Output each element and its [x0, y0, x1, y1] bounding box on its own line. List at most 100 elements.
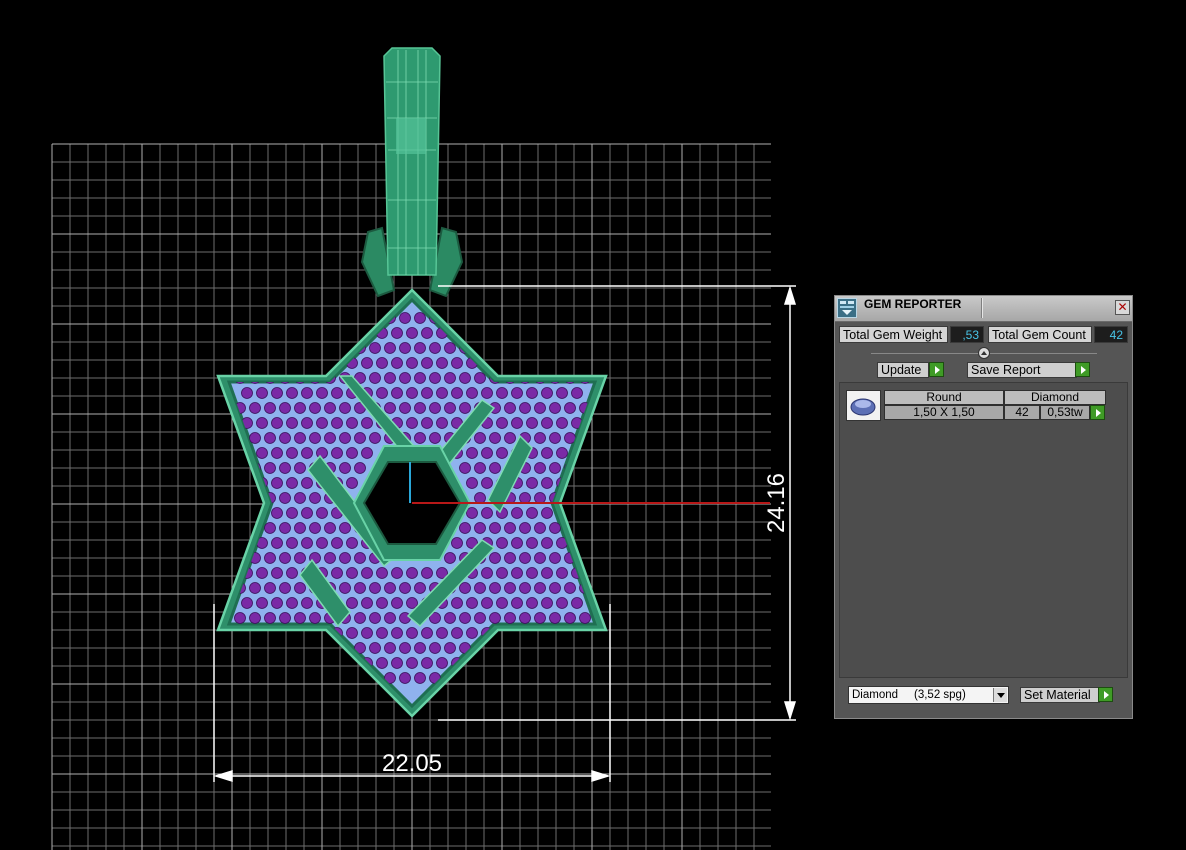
gem-prong — [504, 612, 516, 624]
gem-prong — [376, 357, 388, 369]
app-icon — [837, 298, 857, 318]
gem-prong — [294, 582, 306, 594]
panel-slider-knob[interactable] — [978, 347, 990, 359]
gem-prong — [504, 402, 516, 414]
material-dropdown[interactable]: Diamond (3,52 spg) — [848, 686, 1009, 704]
gem-prong — [399, 582, 411, 594]
dropdown-arrow-icon[interactable] — [993, 688, 1007, 702]
gem-prong — [264, 342, 276, 354]
total-gem-weight-value: ,53 — [950, 326, 984, 343]
gem-prong — [354, 432, 366, 444]
gem-prong — [496, 567, 508, 579]
gem-prong — [249, 342, 261, 354]
gem-prong — [256, 447, 268, 459]
gem-prong — [346, 327, 358, 339]
gem-prong — [279, 342, 291, 354]
gem-prong — [279, 582, 291, 594]
gem-prong — [286, 477, 298, 489]
save-report-button[interactable]: Save Report — [967, 362, 1077, 378]
gem-prong — [564, 402, 576, 414]
gem-prong — [534, 402, 546, 414]
gem-prong — [556, 357, 568, 369]
gem-prong — [474, 372, 486, 384]
gem-prong — [309, 492, 321, 504]
gem-prong — [406, 597, 418, 609]
update-button[interactable]: Update — [877, 362, 929, 378]
gem-prong — [301, 327, 313, 339]
gem-prong — [354, 462, 366, 474]
gem-prong — [399, 312, 411, 324]
gem-prong — [241, 477, 253, 489]
gem-prong — [549, 582, 561, 594]
gem-prong — [421, 357, 433, 369]
gem-prong — [526, 327, 538, 339]
gem-prong — [279, 432, 291, 444]
gem-prong — [451, 357, 463, 369]
panel-titlebar[interactable]: GEM REPORTER ✕ — [835, 296, 1132, 322]
gem-report-list[interactable]: Round Diamond 1,50 X 1,50 42 0,53tw — [839, 382, 1128, 678]
gem-prong — [571, 387, 583, 399]
gem-prong — [556, 387, 568, 399]
gem-prong — [541, 477, 553, 489]
gem-prong — [256, 657, 268, 669]
gem-thumbnail-icon[interactable] — [846, 390, 881, 421]
set-material-button[interactable]: Set Material — [1020, 687, 1100, 703]
gem-prong — [571, 657, 583, 669]
gem-prong — [309, 612, 321, 624]
gem-prong — [369, 372, 381, 384]
gem-prong — [256, 327, 268, 339]
gem-prong — [271, 537, 283, 549]
gem-prong — [286, 567, 298, 579]
update-green-arrow-icon[interactable] — [929, 362, 944, 377]
gem-prong — [406, 567, 418, 579]
gem-prong — [361, 447, 373, 459]
gem-prong — [549, 522, 561, 534]
gem-prong — [406, 357, 418, 369]
gem-prong — [294, 522, 306, 534]
close-icon[interactable]: ✕ — [1115, 300, 1130, 315]
gem-prong — [354, 552, 366, 564]
gem-prong — [579, 342, 591, 354]
gem-prong — [399, 642, 411, 654]
gem-prong — [541, 447, 553, 459]
table-header-material: Diamond — [1004, 390, 1106, 405]
chevron-up-icon — [981, 351, 987, 355]
gem-prong — [421, 627, 433, 639]
gem-prong — [579, 492, 591, 504]
gem-prong — [414, 342, 426, 354]
gem-prong — [519, 342, 531, 354]
gem-prong — [309, 312, 321, 324]
gem-prong — [384, 372, 396, 384]
row-green-arrow-icon[interactable] — [1090, 405, 1105, 420]
gem-prong — [316, 417, 328, 429]
set-material-green-arrow-icon[interactable] — [1098, 687, 1113, 702]
gem-prong — [519, 672, 531, 684]
gem-prong — [511, 567, 523, 579]
gem-prong — [361, 417, 373, 429]
gem-prong — [339, 552, 351, 564]
gem-prong — [571, 507, 583, 519]
save-report-green-arrow-icon[interactable] — [1075, 362, 1090, 377]
gem-prong — [369, 432, 381, 444]
gem-prong — [534, 342, 546, 354]
gem-prong — [301, 657, 313, 669]
gem-prong — [271, 597, 283, 609]
gem-prong — [541, 657, 553, 669]
gem-prong — [376, 627, 388, 639]
gem-prong — [286, 537, 298, 549]
gem-prong — [534, 552, 546, 564]
gem-prong — [249, 672, 261, 684]
gem-prong — [504, 582, 516, 594]
gem-prong — [534, 312, 546, 324]
gem-prong — [361, 567, 373, 579]
gem-reporter-panel[interactable]: GEM REPORTER ✕ Total Gem Weight ,53 Tota… — [834, 295, 1133, 719]
gem-prong — [309, 522, 321, 534]
gem-prong — [504, 672, 516, 684]
gem-prong — [444, 372, 456, 384]
gem-prong — [549, 672, 561, 684]
gem-prong — [459, 582, 471, 594]
gem-prong — [354, 312, 366, 324]
gem-prong — [564, 582, 576, 594]
gem-prong — [249, 582, 261, 594]
gem-prong — [331, 417, 343, 429]
